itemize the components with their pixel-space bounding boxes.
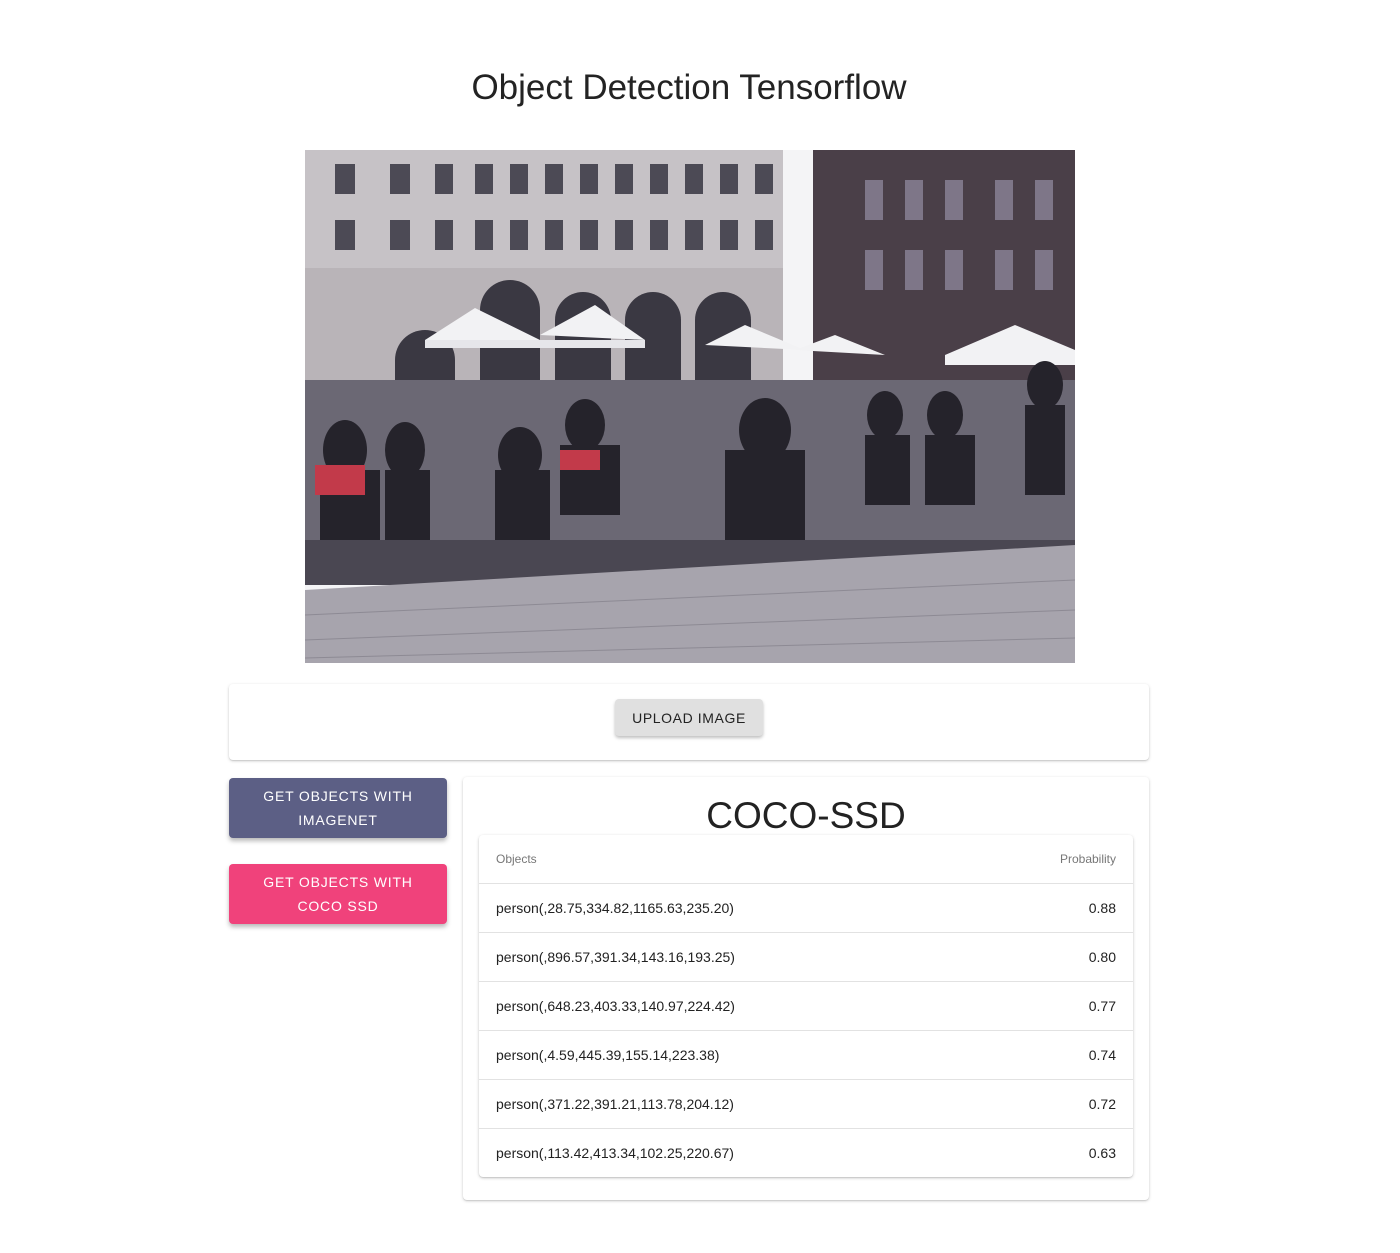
table-row: person(,648.23,403.33,140.97,224.42) 0.7… [479, 981, 1133, 1031]
page-title: Object Detection Tensorflow [471, 68, 907, 107]
table-header-row: Objects Probability [479, 835, 1133, 884]
get-objects-coco-ssd-button[interactable]: Get Objects with COCO SSD [229, 864, 447, 924]
uploaded-photo [305, 150, 1075, 663]
probability-cell: 0.88 [970, 883, 1133, 933]
object-cell: person(,371.22,391.21,113.78,204.12) [479, 1079, 971, 1129]
table-row: person(,896.57,391.34,143.16,193.25) 0.8… [479, 932, 1133, 982]
results-table: Objects Probability person(,28.75,334.82… [479, 835, 1133, 1177]
objects-column-header: Objects [479, 835, 971, 884]
probability-cell: 0.72 [970, 1079, 1133, 1129]
probability-cell: 0.80 [970, 932, 1133, 982]
probability-column-header: Probability [970, 835, 1133, 884]
object-cell: person(,896.57,391.34,143.16,193.25) [479, 932, 971, 982]
probability-cell: 0.63 [1088, 1145, 1116, 1161]
results-title: COCO-SSD [706, 795, 906, 836]
upload-image-button[interactable]: Upload Image [615, 699, 763, 736]
table-row: person(,4.59,445.39,155.14,223.38) 0.74 [479, 1030, 1133, 1080]
street-scene-image [305, 150, 1075, 663]
upload-card: Upload Image [229, 684, 1149, 760]
probability-cell: 0.74 [970, 1030, 1133, 1080]
get-objects-imagenet-button[interactable]: Get Objects with ImageNet [229, 778, 447, 838]
table-row: person(,113.42,413.34,102.25,220.67) 0.6… [479, 1129, 1133, 1178]
object-cell: person(,113.42,413.34,102.25,220.67) [496, 1145, 734, 1161]
table-row: person(,371.22,391.21,113.78,204.12) 0.7… [479, 1079, 1133, 1129]
object-cell: person(,28.75,334.82,1165.63,235.20) [479, 883, 971, 933]
table-row: person(,28.75,334.82,1165.63,235.20) 0.8… [479, 883, 1133, 933]
results-table-container: Objects Probability person(,28.75,334.82… [479, 835, 1133, 1177]
results-card: COCO-SSD Objects Probability person(,28.… [463, 777, 1149, 1200]
object-cell: person(,648.23,403.33,140.97,224.42) [479, 981, 971, 1031]
object-cell: person(,4.59,445.39,155.14,223.38) [479, 1030, 971, 1080]
probability-cell: 0.77 [970, 981, 1133, 1031]
